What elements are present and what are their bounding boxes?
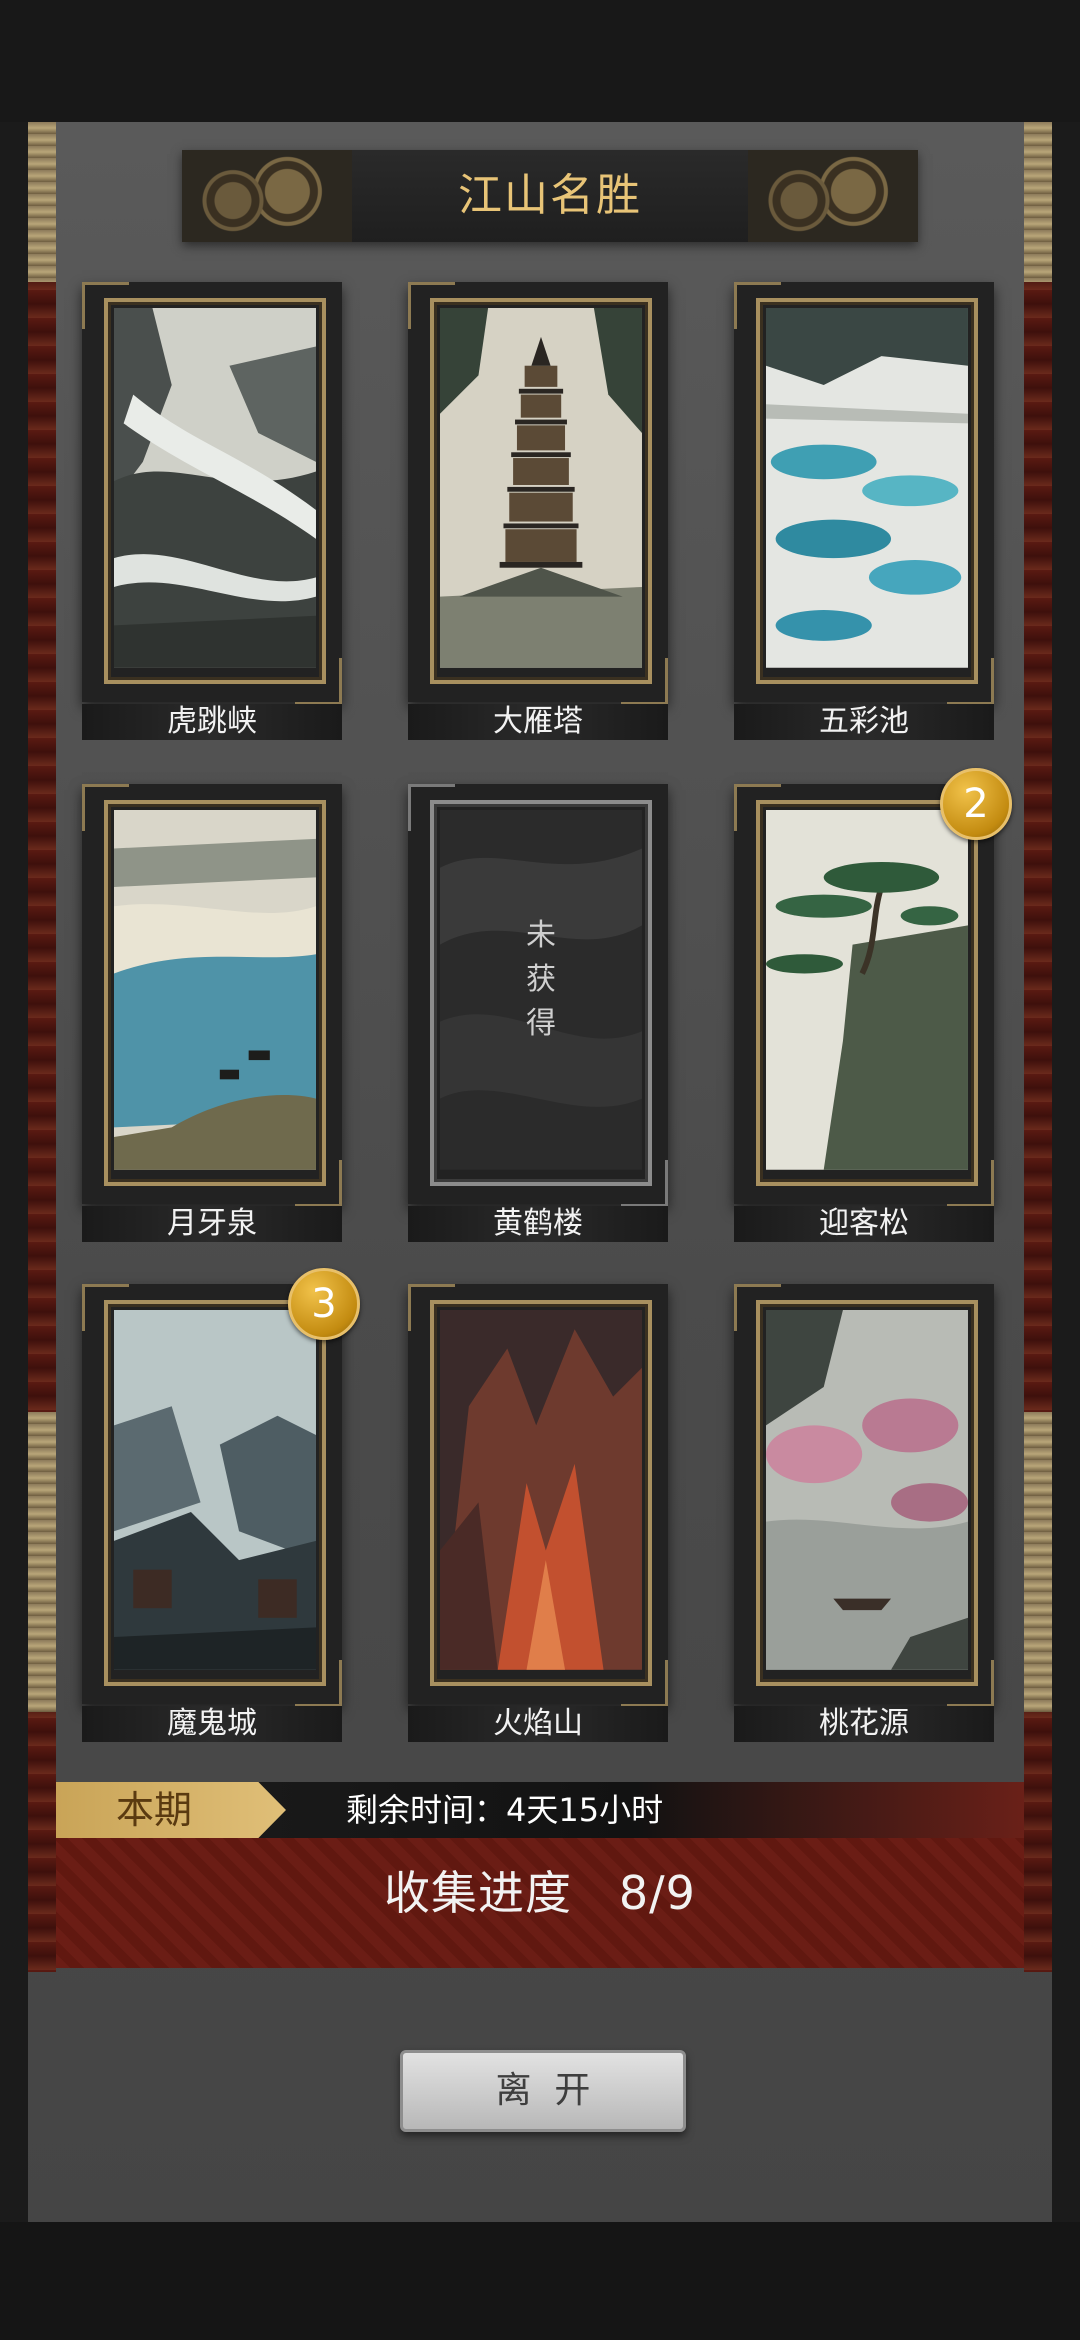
welcoming-pine-painting bbox=[766, 810, 968, 1170]
card-corner-ornament bbox=[621, 658, 668, 705]
card-frame bbox=[104, 800, 326, 1186]
card-corner-ornament bbox=[82, 282, 129, 329]
card-count-badge: 3 bbox=[288, 1268, 360, 1340]
card-name-label: 迎客松 bbox=[734, 1206, 994, 1242]
card-frame bbox=[756, 298, 978, 684]
scenic-card-yueyaquan[interactable]: 月牙泉 bbox=[82, 784, 342, 1256]
card-corner-ornament bbox=[295, 658, 342, 705]
card-count-badge: 2 bbox=[940, 768, 1012, 840]
card-frame bbox=[430, 1300, 652, 1686]
card-name-label: 桃花源 bbox=[734, 1706, 994, 1742]
scenic-card-hutiaoxia[interactable]: 虎跳峡 bbox=[82, 282, 342, 754]
collection-progress-text: 收集进度 8/9 bbox=[384, 1866, 696, 1920]
card-frame bbox=[756, 1300, 978, 1686]
flaming-mountain-painting bbox=[440, 1310, 642, 1670]
scenic-card-huanghelou-locked[interactable]: 未 获 得 黄鹤楼 bbox=[408, 784, 668, 1256]
gorge-painting bbox=[114, 308, 316, 668]
page-title: 江山名胜 bbox=[458, 170, 642, 221]
card-corner-ornament bbox=[295, 1660, 342, 1707]
card-frame bbox=[756, 800, 978, 1186]
card-frame bbox=[430, 298, 652, 684]
card-frame bbox=[104, 1300, 326, 1686]
peach-blossom-painting bbox=[766, 1310, 968, 1670]
top-status-area bbox=[0, 0, 1080, 122]
card-corner-ornament bbox=[947, 658, 994, 705]
card-corner-ornament bbox=[82, 784, 129, 831]
card-corner-ornament bbox=[621, 1160, 668, 1207]
card-corner-ornament bbox=[408, 282, 455, 329]
card-corner-ornament bbox=[621, 1660, 668, 1707]
card-frame: 未 获 得 bbox=[430, 800, 652, 1186]
bottom-navigation-area bbox=[0, 2222, 1080, 2340]
period-tag: 本期 bbox=[56, 1782, 286, 1838]
card-corner-ornament bbox=[734, 282, 781, 329]
right-border-decoration bbox=[1024, 122, 1052, 1972]
card-corner-ornament bbox=[734, 1284, 781, 1331]
left-border-decoration bbox=[28, 122, 56, 1972]
crescent-spring-painting bbox=[114, 810, 316, 1170]
scenic-card-huoyanshan[interactable]: 火焰山 bbox=[408, 1284, 668, 1756]
card-name-label: 月牙泉 bbox=[82, 1206, 342, 1242]
card-name-label: 黄鹤楼 bbox=[408, 1206, 668, 1242]
card-corner-ornament bbox=[947, 1660, 994, 1707]
ghost-city-painting bbox=[114, 1310, 316, 1670]
remaining-time-text: 剩余时间：4天15小时 bbox=[346, 1791, 664, 1829]
locked-status-text: 未 获 得 bbox=[526, 918, 556, 1041]
scenic-card-wucaichi[interactable]: 五彩池 bbox=[734, 282, 994, 754]
card-corner-ornament bbox=[947, 1160, 994, 1207]
colorful-pools-painting bbox=[766, 308, 968, 668]
card-name-label: 虎跳峡 bbox=[82, 704, 342, 740]
scenic-card-yingkesong[interactable]: 迎客松 2 bbox=[734, 768, 1012, 1256]
card-corner-ornament bbox=[82, 1284, 129, 1331]
right-trim-top bbox=[1024, 122, 1052, 282]
card-name-label: 大雁塔 bbox=[408, 704, 668, 740]
scenic-card-moguicheng[interactable]: 魔鬼城 3 bbox=[82, 1268, 360, 1756]
left-trim-top bbox=[28, 122, 56, 282]
scenic-card-dayanta[interactable]: 大雁塔 bbox=[408, 282, 668, 754]
leave-button[interactable]: 离 开 bbox=[400, 2050, 686, 2132]
card-corner-ornament bbox=[295, 1160, 342, 1207]
card-corner-ornament bbox=[734, 784, 781, 831]
card-frame bbox=[104, 298, 326, 684]
scenic-card-taohuayuan[interactable]: 桃花源 bbox=[734, 1284, 994, 1756]
left-trim-mid bbox=[28, 1412, 56, 1712]
card-name-label: 五彩池 bbox=[734, 704, 994, 740]
pagoda-painting bbox=[440, 308, 642, 668]
card-name-label: 魔鬼城 bbox=[82, 1706, 342, 1742]
card-name-label: 火焰山 bbox=[408, 1706, 668, 1742]
card-corner-ornament bbox=[408, 1284, 455, 1331]
right-trim-mid bbox=[1024, 1412, 1052, 1712]
card-corner-ornament bbox=[408, 784, 455, 831]
